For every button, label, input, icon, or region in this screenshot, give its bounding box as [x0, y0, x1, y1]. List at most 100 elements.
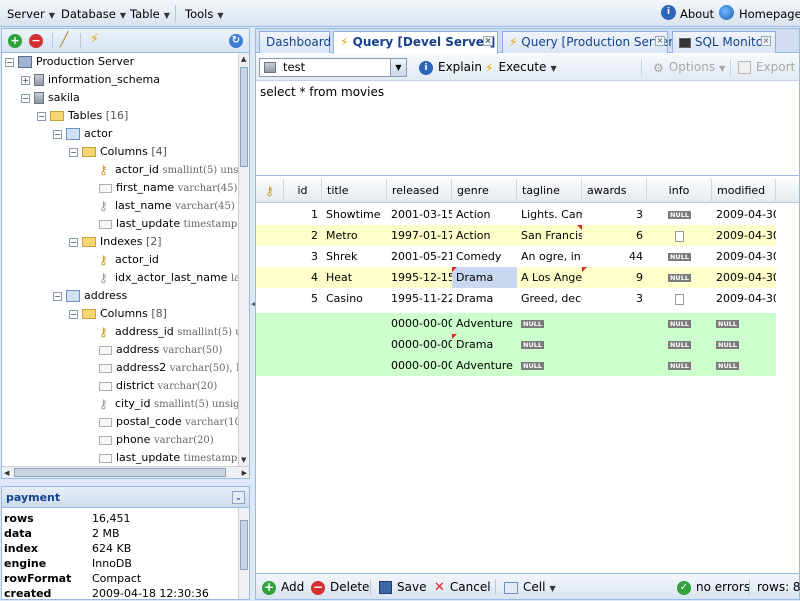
add-connection-icon[interactable]: +: [8, 34, 22, 48]
cell-tagline[interactable]: A Los Angeles: [517, 267, 582, 288]
tree-node-column[interactable]: ⚷city_id smallint(5) unsigned: [99, 395, 238, 413]
cell-tagline[interactable]: NULL: [517, 313, 582, 334]
cell-title[interactable]: Shrek: [322, 246, 387, 267]
cell-released[interactable]: 0000-00-00: [387, 313, 452, 334]
chevron-down-icon[interactable]: ▼: [390, 59, 406, 76]
scroll-left-icon[interactable]: ◀: [4, 469, 9, 477]
lightning-icon[interactable]: ⚡: [90, 32, 99, 47]
tree-node-column[interactable]: address varchar(50): [99, 341, 222, 359]
cell-title[interactable]: Casino: [322, 288, 387, 309]
column-header-id[interactable]: id: [284, 179, 322, 203]
explain-button[interactable]: i Explain: [419, 59, 482, 75]
cell-modified[interactable]: NULL: [712, 313, 776, 334]
cell-tagline[interactable]: NULL: [517, 355, 582, 376]
tree-node-actor-indexes[interactable]: − Indexes [2]: [69, 233, 162, 251]
close-tab-icon[interactable]: ×: [761, 36, 771, 46]
collapse-icon[interactable]: −: [69, 237, 78, 247]
cell-info[interactable]: NULL: [647, 267, 712, 288]
collapse-icon[interactable]: −: [53, 129, 62, 139]
cell-info[interactable]: [647, 288, 712, 309]
cell-info[interactable]: NULL: [647, 355, 712, 376]
cell-id[interactable]: 2: [284, 225, 322, 246]
cell-genre[interactable]: Action: [452, 225, 517, 246]
cell-tagline[interactable]: San Francisco: [517, 225, 582, 246]
menu-homepage[interactable]: Homepage: [739, 7, 800, 21]
tree-node-column[interactable]: postal_code varchar(10), NULL: [99, 413, 238, 431]
close-tab-icon[interactable]: ×: [655, 36, 665, 46]
cell-genre[interactable]: Adventure: [452, 313, 517, 334]
cell-modified[interactable]: 2009-04-30: [712, 267, 776, 288]
cell-info[interactable]: NULL: [647, 204, 712, 225]
cell-awards[interactable]: 9: [582, 267, 647, 288]
scroll-up-icon[interactable]: ▲: [241, 55, 246, 63]
cell-tagline[interactable]: NULL: [517, 334, 582, 355]
tree-node-index[interactable]: ⚷idx_actor_last_name last: [99, 269, 238, 287]
tab-dashboard[interactable]: Dashboard: [259, 31, 331, 53]
scroll-thumb[interactable]: [240, 67, 248, 167]
table-row[interactable]: 1 Showtime 2001-03-15 Action Lights. Cam…: [256, 204, 776, 225]
tree-node-index[interactable]: ⚷ actor_id: [99, 251, 159, 269]
collapse-icon[interactable]: −: [21, 93, 30, 103]
cell-genre[interactable]: Adventure: [452, 355, 517, 376]
table-row-new[interactable]: 0000-00-00 Adventure NULL NULL NULL: [256, 355, 776, 376]
collapse-icon[interactable]: −: [69, 147, 78, 157]
close-tab-icon[interactable]: ×: [483, 36, 493, 46]
cell-menu-button[interactable]: Cell ▼: [504, 580, 556, 596]
remove-connection-icon[interactable]: −: [29, 34, 43, 48]
tree-node-column[interactable]: phone varchar(20): [99, 431, 214, 449]
sql-editor[interactable]: select * from movies: [256, 81, 799, 176]
cell-id[interactable]: 4: [284, 267, 322, 288]
cell-awards[interactable]: 6: [582, 225, 647, 246]
cell-modified[interactable]: 2009-04-30: [712, 246, 776, 267]
expand-icon[interactable]: +: [21, 75, 30, 85]
cell-title[interactable]: Metro: [322, 225, 387, 246]
cell-released[interactable]: 0000-00-00: [387, 334, 452, 355]
edit-pencil-icon[interactable]: ╱: [60, 32, 68, 48]
scroll-thumb[interactable]: [240, 520, 248, 570]
properties-scrollbar[interactable]: [238, 508, 249, 599]
collapse-icon[interactable]: −: [5, 57, 14, 67]
cell-id[interactable]: 1: [284, 204, 322, 225]
cell-genre[interactable]: Comedy: [452, 246, 517, 267]
collapse-icon[interactable]: −: [37, 111, 46, 121]
menu-server[interactable]: Server ▼: [7, 7, 55, 21]
tree-node-column[interactable]: address2 varchar(50), NULL: [99, 359, 238, 377]
cell-modified[interactable]: NULL: [712, 355, 776, 376]
cell-awards[interactable]: 44: [582, 246, 647, 267]
cell-genre[interactable]: Drama: [452, 288, 517, 309]
scroll-down-icon[interactable]: ▼: [241, 456, 246, 464]
cell-tagline[interactable]: Lights. Camera. Action.: [517, 204, 582, 225]
tab-sql-monitor[interactable]: SQL Monitor ×: [672, 31, 776, 53]
table-row-new[interactable]: 0000-00-00 Drama NULL NULL NULL: [256, 334, 776, 355]
execute-button[interactable]: ⚡ Execute ▼: [485, 59, 557, 77]
table-row[interactable]: 2 Metro 1997-01-17 Action San Francisco …: [256, 225, 776, 246]
cell-modified[interactable]: 2009-04-30: [712, 225, 776, 246]
collapse-panel-icon[interactable]: ⌄: [232, 491, 245, 504]
column-header-genre[interactable]: genre: [452, 179, 517, 203]
tree-node-information-schema[interactable]: + information_schema: [21, 71, 160, 89]
column-header-tagline[interactable]: tagline: [517, 179, 582, 203]
cell-released[interactable]: 2001-05-21: [387, 246, 452, 267]
cell-tagline[interactable]: Greed, deception: [517, 288, 582, 309]
cell-released[interactable]: 1995-12-15: [387, 267, 452, 288]
cell-modified[interactable]: 2009-04-30: [712, 288, 776, 309]
tree-vertical-scrollbar[interactable]: ▲ ▼: [238, 53, 249, 466]
cell-released[interactable]: 1995-11-22: [387, 288, 452, 309]
column-header-awards[interactable]: awards: [582, 179, 647, 203]
tree-node-column[interactable]: last_update timestamp: [99, 449, 237, 466]
cell-id[interactable]: 5: [284, 288, 322, 309]
tree-node-column[interactable]: last_update timestamp: [99, 215, 237, 233]
column-header-info[interactable]: info: [647, 179, 712, 203]
column-header-title[interactable]: title: [322, 179, 387, 203]
refresh-icon[interactable]: ↻: [229, 34, 243, 48]
cell-awards[interactable]: 3: [582, 204, 647, 225]
cell-genre[interactable]: Drama: [452, 334, 517, 355]
cell-awards[interactable]: 3: [582, 288, 647, 309]
collapse-icon[interactable]: −: [53, 291, 62, 301]
cell-info[interactable]: NULL: [647, 313, 712, 334]
tree-node-column[interactable]: district varchar(20): [99, 377, 217, 395]
tree-node-sakila[interactable]: − sakila: [21, 89, 80, 107]
tree-node-tables[interactable]: − Tables [16]: [37, 107, 128, 125]
tree-node-actor[interactable]: − actor: [53, 125, 112, 143]
menu-about[interactable]: About: [680, 7, 714, 21]
